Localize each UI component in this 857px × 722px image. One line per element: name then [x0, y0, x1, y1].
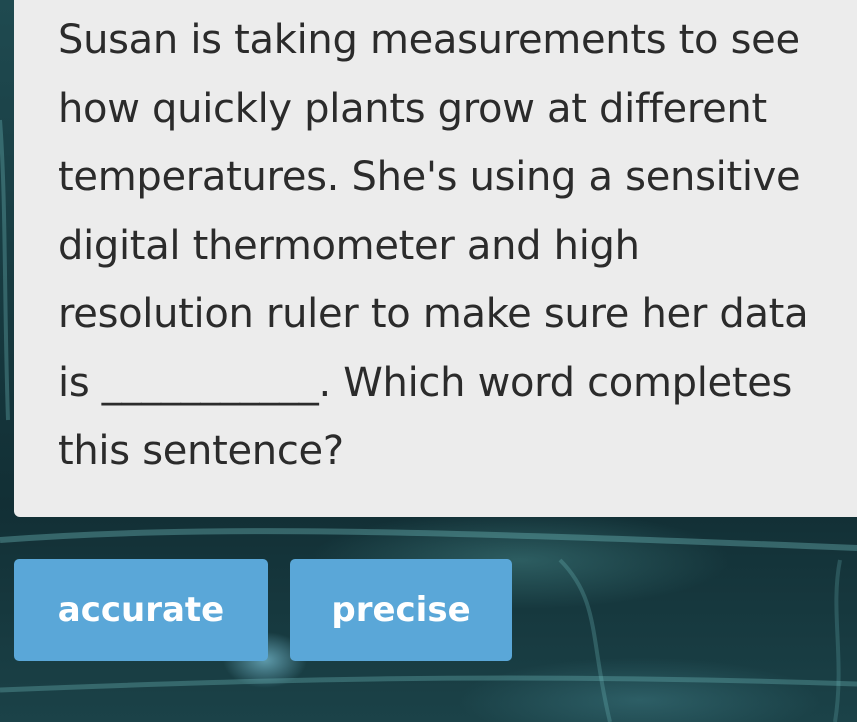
quiz-screen: Susan is taking measurements to see how …: [0, 0, 857, 722]
answer-label: precise: [331, 590, 471, 630]
answer-button-accurate[interactable]: accurate: [14, 559, 268, 661]
question-text: Susan is taking measurements to see how …: [58, 17, 809, 474]
question-card: Susan is taking measurements to see how …: [14, 0, 857, 517]
answer-label: accurate: [57, 590, 225, 630]
answer-button-precise[interactable]: precise: [290, 559, 512, 661]
